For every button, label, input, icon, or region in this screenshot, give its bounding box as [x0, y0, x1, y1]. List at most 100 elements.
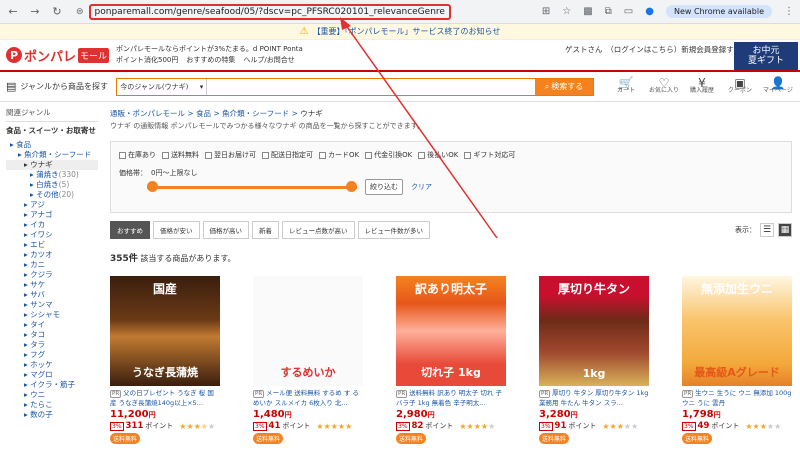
clear-filter-link[interactable]: クリア: [411, 182, 432, 192]
new-chrome-button[interactable]: New Chrome available: [665, 5, 772, 18]
product-image[interactable]: 国産 うなぎ長蒲焼: [110, 276, 220, 386]
filter-checkbox[interactable]: ギフト対応可: [464, 150, 515, 160]
site-logo[interactable]: P ポンパレ モール: [6, 46, 116, 65]
product-title[interactable]: PR 父の日プレゼント うなぎ 桜 国産 うなぎ長蒲焼140g以上×5...: [110, 389, 220, 407]
product-image[interactable]: 厚切り牛タン 1kg: [539, 276, 649, 386]
sidebar-item[interactable]: ▸ 数の子: [6, 410, 98, 420]
sidebar-item[interactable]: ▸ タイ: [6, 320, 98, 330]
product-card[interactable]: 無添加生ウニ 最高級Aグレード PR 生ウニ 生うに ウニ 無添加 100g ウニ う…: [682, 276, 792, 444]
checkbox-box[interactable]: [262, 151, 269, 159]
filter-checkbox[interactable]: 配送日指定可: [262, 150, 313, 160]
sidebar-item[interactable]: ▸ エビ: [6, 240, 98, 250]
sidebar-item[interactable]: ▸ ウニ: [6, 390, 98, 400]
menu-icon[interactable]: ⋮: [784, 6, 794, 17]
sort-button[interactable]: 新着: [252, 221, 279, 239]
filter-checkbox[interactable]: 送料無料: [162, 150, 199, 160]
forward-icon[interactable]: →: [28, 5, 42, 19]
header-icon-history[interactable]: ¥ 購入履歴: [686, 77, 718, 95]
sort-button[interactable]: 価格が高い: [202, 221, 249, 239]
product-image[interactable]: 訳あり明太子 切れ子 1kg: [396, 276, 506, 386]
puzzle-icon[interactable]: ⧉: [605, 6, 612, 17]
sidebar-item[interactable]: ▸ 白焼き(5): [6, 180, 98, 190]
sort-button[interactable]: おすすめ: [110, 221, 150, 239]
product-image[interactable]: するめいか: [253, 276, 363, 386]
genre-search-button[interactable]: ▤ ジャンルから商品を探す: [6, 80, 110, 93]
sidebar-item[interactable]: ▸ たらこ: [6, 400, 98, 410]
sidebar-item[interactable]: ▸ カニ: [6, 260, 98, 270]
sidebar-item[interactable]: ▸ フグ: [6, 350, 98, 360]
sidebar-item[interactable]: ▸ ホッケ: [6, 360, 98, 370]
sidebar-item[interactable]: ▸ アナゴ: [6, 210, 98, 220]
sidebar-item[interactable]: ▸ タコ: [6, 330, 98, 340]
apply-filter-button[interactable]: 絞り込む: [365, 179, 403, 195]
translate-icon[interactable]: ⊞: [542, 6, 550, 17]
guest-login[interactable]: ゲストさん （ログインはこちら）新規会員登録する: [565, 44, 741, 55]
sidebar-item[interactable]: ▸ カツオ: [6, 250, 98, 260]
product-card[interactable]: するめいか PR メール便 送料無料 するめ す るめいか スルメイカ 6枚入り 北…: [253, 276, 363, 444]
header-link[interactable]: ヘルプ/お問合せ: [243, 56, 294, 64]
price-slider-max-handle[interactable]: [346, 181, 357, 192]
filter-checkbox[interactable]: カードOK: [319, 150, 359, 160]
grid-view-icon[interactable]: ▦: [778, 223, 792, 237]
sidebar-item[interactable]: ▸ ウナギ: [6, 160, 98, 170]
product-card[interactable]: 国産 うなぎ長蒲焼 PR 父の日プレゼント うなぎ 桜 国産 うなぎ長蒲焼140g以上…: [110, 276, 220, 444]
product-card[interactable]: 訳あり明太子 切れ子 1kg PR 送料無料 訳あり 明太子 切れ 子 バラ子 1kg…: [396, 276, 506, 444]
product-title[interactable]: PR メール便 送料無料 するめ す るめいか スルメイカ 6枚入り 北...: [253, 389, 363, 407]
filter-checkbox[interactable]: 代金引換OK: [365, 150, 412, 160]
product-title[interactable]: PR 送料無料 訳あり 明太子 切れ 子 バラ子 1kg 無着色 辛子明太...: [396, 389, 506, 407]
sidebar-item[interactable]: ▸ イワシ: [6, 230, 98, 240]
sidebar-item[interactable]: ▸ サバ: [6, 290, 98, 300]
header-icon-cart[interactable]: 🛒 カート: [610, 77, 642, 95]
product-title[interactable]: PR 厚切り 牛タン 厚切り牛タン 1kg 業務用 牛たん 牛タン スラ...: [539, 389, 649, 407]
address-bar[interactable]: ⊜ ponparemall.com/genre/seafood/05/?dscv…: [72, 3, 455, 21]
list-view-icon[interactable]: ☰: [760, 223, 774, 237]
filter-checkbox[interactable]: 在庫あり: [119, 150, 156, 160]
sidebar-item[interactable]: ▸ 魚介類・シーフード: [6, 150, 98, 160]
breadcrumb-link[interactable]: 魚介類・シーフード: [222, 109, 289, 118]
header-icon-mypage[interactable]: 👤 マイページ: [762, 77, 794, 95]
sort-button[interactable]: 価格が安い: [153, 221, 200, 239]
product-title[interactable]: PR 生ウニ 生うに ウニ 無添加 100g ウニ うに 雲丹: [682, 389, 792, 407]
filter-checkbox[interactable]: 翌日お届け可: [205, 150, 256, 160]
sidebar-item[interactable]: ▸ サンマ: [6, 300, 98, 310]
checkbox-box[interactable]: [319, 151, 326, 159]
checkbox-box[interactable]: [205, 151, 212, 159]
checkbox-box[interactable]: [119, 151, 126, 159]
breadcrumb-link[interactable]: 食品: [196, 109, 211, 118]
sidebar-item[interactable]: ▸ タラ: [6, 340, 98, 350]
sidebar-item[interactable]: ▸ サケ: [6, 280, 98, 290]
reload-icon[interactable]: ↻: [50, 5, 64, 19]
bookmark-star-icon[interactable]: ☆: [562, 6, 571, 17]
search-genre-select[interactable]: 今のジャンル(ウナギ) ▾: [117, 78, 208, 95]
notice-link[interactable]: 【重要】「ポンパレモール」サービス終了のお知らせ: [313, 26, 501, 37]
checkbox-box[interactable]: [418, 151, 426, 159]
site-info-icon[interactable]: ⊜: [76, 7, 84, 17]
profile-icon[interactable]: ●: [645, 6, 654, 17]
header-link[interactable]: おすすめの特集: [186, 56, 235, 64]
extension-icon[interactable]: ▩: [583, 6, 592, 17]
sidebar-item[interactable]: ▸ 食品: [6, 140, 98, 150]
filter-checkbox[interactable]: 後払いOK: [418, 150, 458, 160]
sidebar-item[interactable]: ▸ マグロ: [6, 370, 98, 380]
sidebar-item[interactable]: ▸ 蒲焼き(330): [6, 170, 98, 180]
checkbox-box[interactable]: [365, 151, 373, 159]
checkbox-box[interactable]: [162, 151, 169, 159]
sidebar-item[interactable]: ▸ イクラ・筋子: [6, 380, 98, 390]
sidebar-item[interactable]: ▸ クジラ: [6, 270, 98, 280]
back-icon[interactable]: ←: [6, 5, 20, 19]
price-slider[interactable]: [147, 180, 357, 196]
sidebar-subtitle[interactable]: 食品・スイーツ・お取寄せ: [6, 126, 98, 136]
url-text[interactable]: ponparemall.com/genre/seafood/05/?dscv=p…: [88, 3, 451, 20]
price-slider-min-handle[interactable]: [147, 181, 158, 192]
sort-button[interactable]: レビュー件数が多い: [357, 221, 430, 239]
sort-button[interactable]: レビュー点数が高い: [282, 221, 355, 239]
product-image[interactable]: 無添加生ウニ 最高級Aグレード: [682, 276, 792, 386]
checkbox-box[interactable]: [464, 151, 472, 159]
header-icon-coupon[interactable]: ▣ クーポン: [724, 77, 756, 95]
search-button[interactable]: ⌕ 検索する: [535, 78, 593, 95]
sidebar-item[interactable]: ▸ アジ: [6, 200, 98, 210]
product-card[interactable]: 厚切り牛タン 1kg PR 厚切り 牛タン 厚切り牛タン 1kg 業務用 牛たん 牛タ…: [539, 276, 649, 444]
sidebar-item[interactable]: ▸ シシャモ: [6, 310, 98, 320]
breadcrumb-link[interactable]: 通販・ポンパレモール: [110, 109, 185, 118]
header-icon-favorite[interactable]: ♡ お気に入り: [648, 77, 680, 95]
